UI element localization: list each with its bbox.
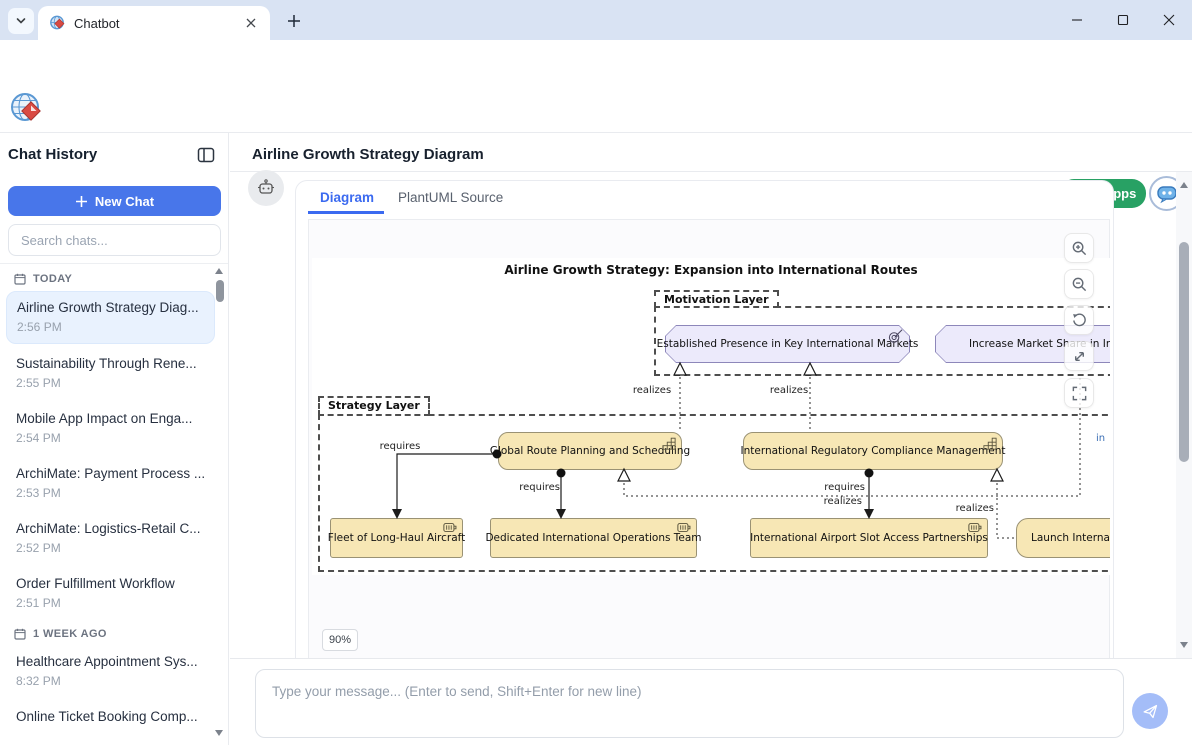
- browser-toolbar: ai-toolbox.visual-paradigm.com/app/chatb…: [0, 40, 1192, 85]
- main-scrollbar-thumb[interactable]: [1179, 242, 1189, 462]
- search-chats-field[interactable]: [8, 224, 221, 256]
- resource-icon: [677, 522, 691, 533]
- edge-label: requires: [815, 482, 865, 493]
- tab-plantuml-source[interactable]: PlantUML Source: [398, 190, 503, 205]
- zoom-out-button[interactable]: [1064, 269, 1094, 299]
- page-title: Airline Growth Strategy Diagram: [252, 146, 484, 163]
- send-button[interactable]: [1132, 693, 1168, 729]
- window-minimize-button[interactable]: [1054, 0, 1100, 40]
- edge-label: realizes: [761, 385, 817, 396]
- resource-icon: [443, 522, 457, 533]
- diagram-node-resource[interactable]: Dedicated International Operations Team: [490, 518, 697, 558]
- browser-tab-strip: Chatbot: [0, 0, 1192, 40]
- zoom-in-icon: [1071, 240, 1088, 257]
- sidebar-title: Chat History: [8, 146, 97, 163]
- sidebar-scrollbar-thumb[interactable]: [216, 280, 224, 302]
- reset-view-button[interactable]: [1064, 305, 1094, 335]
- diagram-node-resource[interactable]: Fleet of Long-Haul Aircraft: [330, 518, 463, 558]
- window-close-button[interactable]: [1146, 0, 1192, 40]
- zoom-out-icon: [1071, 276, 1088, 293]
- new-chat-label: New Chat: [95, 194, 154, 209]
- chat-history-item[interactable]: Sustainability Through Rene... 2:55 PM: [6, 348, 215, 399]
- edge-label: requires: [510, 482, 560, 493]
- group-label-strategy: Strategy Layer: [318, 396, 430, 416]
- diagram-node-resource[interactable]: International Airport Slot Access Partne…: [750, 518, 988, 558]
- reset-icon: [1071, 312, 1088, 329]
- fullscreen-icon: [1071, 385, 1088, 402]
- diagram-node-course-of-action[interactable]: Launch Internatio: [1016, 518, 1110, 558]
- capability-icon: [983, 436, 997, 450]
- fit-view-button[interactable]: [1064, 341, 1094, 371]
- capability-icon: [662, 436, 676, 450]
- zoom-level-badge[interactable]: 90%: [322, 629, 358, 651]
- visual-paradigm-logo: [10, 91, 46, 127]
- chat-history-list: TODAY Airline Growth Strategy Diag... 2:…: [0, 264, 229, 745]
- app-header: Chatbot Powered by Visual Paradigm More …: [0, 85, 1192, 133]
- edge-label: in: [1096, 433, 1105, 444]
- browser-tab[interactable]: Chatbot: [38, 6, 270, 40]
- calendar-icon: [14, 628, 26, 640]
- calendar-icon: [14, 273, 26, 285]
- window-maximize-button[interactable]: [1100, 0, 1146, 40]
- goal-icon: [888, 329, 903, 344]
- edge-label: realizes: [812, 496, 862, 507]
- fullscreen-button[interactable]: [1064, 378, 1094, 408]
- diagram-canvas[interactable]: Airline Growth Strategy: Expansion into …: [312, 258, 1110, 575]
- diagram-node-capability[interactable]: International Regulatory Compliance Mana…: [743, 432, 1003, 470]
- assistant-avatar: [248, 170, 284, 206]
- new-tab-button[interactable]: [282, 9, 306, 33]
- chevron-down-icon: [15, 15, 27, 27]
- section-label-today: TODAY: [14, 273, 229, 285]
- edge-label: realizes: [944, 503, 994, 514]
- group-label-motivation: Motivation Layer: [654, 290, 779, 308]
- tab-title: Chatbot: [74, 16, 242, 31]
- chat-history-item[interactable]: Online Ticket Booking Comp...: [6, 701, 215, 733]
- robot-icon: [256, 178, 276, 198]
- chat-history-item[interactable]: ArchiMate: Payment Process ... 2:53 PM: [6, 458, 215, 509]
- edge-label: realizes: [624, 385, 680, 396]
- active-tab-underline: [308, 211, 384, 214]
- new-chat-button[interactable]: New Chat: [8, 186, 221, 216]
- expand-arrows-icon: [1071, 348, 1088, 365]
- diagram-node-capability[interactable]: Global Route Planning and Scheduling: [498, 432, 682, 470]
- chat-history-item[interactable]: Healthcare Appointment Sys... 8:32 PM: [6, 646, 215, 697]
- zoom-in-button[interactable]: [1064, 233, 1094, 263]
- plus-icon: [75, 195, 88, 208]
- chat-history-item[interactable]: Airline Growth Strategy Diag... 2:56 PM: [6, 291, 215, 344]
- sidebar-scroll-up-icon[interactable]: [215, 268, 223, 274]
- diagram-title: Airline Growth Strategy: Expansion into …: [312, 263, 1110, 277]
- app-window: Chatbot: [0, 0, 1192, 745]
- chat-history-item[interactable]: Mobile App Impact on Enga... 2:54 PM: [6, 403, 215, 454]
- diagram-node-goal[interactable]: Established Presence in Key Internationa…: [665, 325, 910, 363]
- sidebar: Chat History New Chat TODAY Airline Grow…: [0, 133, 229, 745]
- scroll-down-icon[interactable]: [1180, 642, 1188, 648]
- site-favicon: [50, 15, 66, 31]
- message-composer: [230, 658, 1192, 745]
- section-label-week: 1 WEEK AGO: [14, 628, 229, 640]
- title-divider: [230, 171, 1192, 172]
- tab-diagram[interactable]: Diagram: [320, 190, 374, 205]
- sidebar-collapse-icon[interactable]: [197, 146, 215, 164]
- chat-history-item[interactable]: Order Fulfillment Workflow 2:51 PM: [6, 568, 215, 619]
- chat-history-item[interactable]: ArchiMate: Logistics-Retail C... 2:52 PM: [6, 513, 215, 564]
- send-plane-icon: [1142, 703, 1159, 720]
- tab-search-button[interactable]: [8, 8, 34, 34]
- resource-icon: [968, 522, 982, 533]
- scroll-up-icon[interactable]: [1180, 182, 1188, 188]
- edge-label: requires: [372, 441, 428, 452]
- tab-close-icon[interactable]: [242, 14, 260, 32]
- search-input[interactable]: [8, 224, 221, 256]
- sidebar-scroll-down-icon[interactable]: [215, 730, 223, 736]
- message-input[interactable]: [255, 669, 1124, 738]
